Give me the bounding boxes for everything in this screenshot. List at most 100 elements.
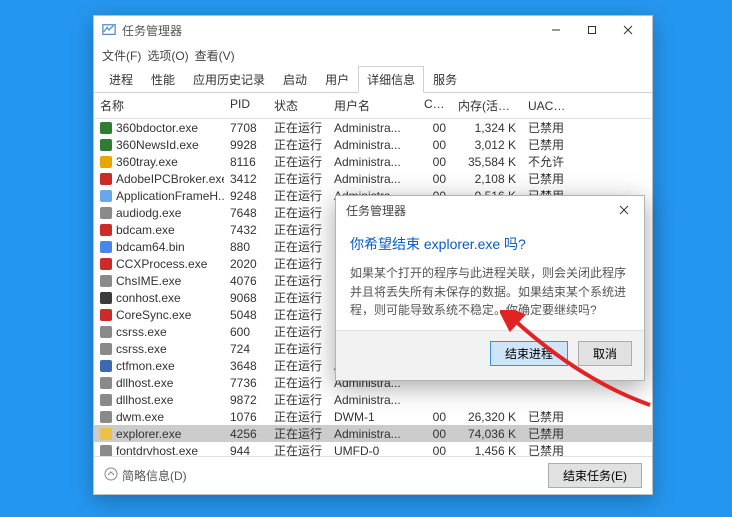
process-uac: 已禁用 xyxy=(522,136,572,153)
table-row[interactable]: AdobeIPCBroker.exe3412正在运行Administra...0… xyxy=(94,170,652,187)
process-uac: 已禁用 xyxy=(522,442,572,456)
tab-用户[interactable]: 用户 xyxy=(316,66,358,93)
tabs: 进程性能应用历史记录启动用户详细信息服务 xyxy=(94,66,652,93)
dialog-ok-button[interactable]: 结束进程 xyxy=(490,341,568,366)
dialog-cancel-button[interactable]: 取消 xyxy=(578,341,632,366)
table-row[interactable]: explorer.exe4256正在运行Administra...0074,03… xyxy=(94,425,652,442)
tab-性能[interactable]: 性能 xyxy=(142,66,184,93)
process-status: 正在运行 xyxy=(268,306,328,323)
tab-进程[interactable]: 进程 xyxy=(100,66,142,93)
close-button[interactable] xyxy=(610,18,646,42)
process-cpu: 00 xyxy=(418,138,452,152)
process-pid: 9872 xyxy=(224,393,268,407)
process-pid: 3648 xyxy=(224,359,268,373)
process-pid: 880 xyxy=(224,240,268,254)
minimize-button[interactable] xyxy=(538,18,574,42)
dialog-close-button[interactable] xyxy=(610,199,638,221)
process-status: 正在运行 xyxy=(268,255,328,272)
process-name: 360bdoctor.exe xyxy=(116,121,198,135)
confirm-dialog: 任务管理器 你希望结束 explorer.exe 吗? 如果某个打开的程序与此进… xyxy=(335,195,645,381)
process-pid: 5048 xyxy=(224,308,268,322)
file-icon xyxy=(100,275,112,287)
table-row[interactable]: 360NewsId.exe9928正在运行Administra...003,01… xyxy=(94,136,652,153)
file-icon xyxy=(100,207,112,219)
process-status: 正在运行 xyxy=(268,425,328,442)
process-name: bdcam.exe xyxy=(116,223,175,237)
tab-服务[interactable]: 服务 xyxy=(424,66,466,93)
process-uac: 不允许 xyxy=(522,153,572,170)
menubar: 文件(F) 选项(O) 查看(V) xyxy=(94,44,652,66)
process-pid: 7736 xyxy=(224,376,268,390)
process-cpu: 00 xyxy=(418,172,452,186)
process-pid: 2020 xyxy=(224,257,268,271)
table-row[interactable]: 360tray.exe8116正在运行Administra...0035,584… xyxy=(94,153,652,170)
process-name: AdobeIPCBroker.exe xyxy=(116,172,224,186)
dialog-titlebar[interactable]: 任务管理器 xyxy=(336,196,644,224)
process-pid: 1076 xyxy=(224,410,268,424)
process-pid: 4256 xyxy=(224,427,268,441)
process-status: 正在运行 xyxy=(268,442,328,456)
process-user: DWM-1 xyxy=(328,410,418,424)
maximize-button[interactable] xyxy=(574,18,610,42)
menu-view[interactable]: 查看(V) xyxy=(195,47,235,64)
table-row[interactable]: 360bdoctor.exe7708正在运行Administra...001,3… xyxy=(94,119,652,136)
table-row[interactable]: dwm.exe1076正在运行DWM-10026,320 K已禁用 xyxy=(94,408,652,425)
file-icon xyxy=(100,139,112,151)
titlebar[interactable]: 任务管理器 xyxy=(94,16,652,44)
table-row[interactable]: fontdrvhost.exe944正在运行UMFD-0001,456 K已禁用 xyxy=(94,442,652,456)
file-icon xyxy=(100,156,112,168)
process-mem: 3,012 K xyxy=(452,138,522,152)
process-user: Administra... xyxy=(328,172,418,186)
footer: 简略信息(D) 结束任务(E) xyxy=(94,456,652,494)
process-status: 正在运行 xyxy=(268,357,328,374)
menu-options[interactable]: 选项(O) xyxy=(147,47,188,64)
file-icon xyxy=(100,377,112,389)
tab-应用历史记录[interactable]: 应用历史记录 xyxy=(184,66,274,93)
col-uac[interactable]: UAC 虚拟化 xyxy=(522,97,572,114)
process-name: csrss.exe xyxy=(116,342,167,356)
file-icon xyxy=(100,122,112,134)
process-status: 正在运行 xyxy=(268,204,328,221)
process-user: Administra... xyxy=(328,138,418,152)
col-status[interactable]: 状态 xyxy=(268,97,328,114)
process-pid: 9068 xyxy=(224,291,268,305)
file-icon xyxy=(100,326,112,338)
brief-info-toggle[interactable]: 简略信息(D) xyxy=(104,467,187,484)
col-user[interactable]: 用户名 xyxy=(328,97,418,114)
process-name: dllhost.exe xyxy=(116,393,173,407)
process-pid: 9248 xyxy=(224,189,268,203)
column-headers[interactable]: 名称 PID 状态 用户名 CPU 内存(活动的... UAC 虚拟化 xyxy=(94,93,652,119)
process-pid: 600 xyxy=(224,325,268,339)
tab-详细信息[interactable]: 详细信息 xyxy=(358,66,424,93)
process-status: 正在运行 xyxy=(268,119,328,136)
process-name: dwm.exe xyxy=(116,410,164,424)
process-mem: 35,584 K xyxy=(452,155,522,169)
process-mem: 1,456 K xyxy=(452,444,522,457)
tab-启动[interactable]: 启动 xyxy=(274,66,316,93)
dialog-heading: 你希望结束 explorer.exe 吗? xyxy=(350,234,630,254)
file-icon xyxy=(100,241,112,253)
process-mem: 26,320 K xyxy=(452,410,522,424)
end-task-button[interactable]: 结束任务(E) xyxy=(548,463,642,488)
process-user: Administra... xyxy=(328,121,418,135)
brief-info-label: 简略信息(D) xyxy=(122,467,187,484)
col-cpu[interactable]: CPU xyxy=(418,97,452,114)
file-icon xyxy=(100,394,112,406)
process-pid: 8116 xyxy=(224,155,268,169)
file-icon xyxy=(100,258,112,270)
file-icon xyxy=(100,173,112,185)
col-mem[interactable]: 内存(活动的... xyxy=(452,97,522,114)
process-user: Administra... xyxy=(328,427,418,441)
process-pid: 3412 xyxy=(224,172,268,186)
process-mem: 74,036 K xyxy=(452,427,522,441)
col-pid[interactable]: PID xyxy=(224,97,268,114)
col-name[interactable]: 名称 xyxy=(94,97,224,114)
process-cpu: 00 xyxy=(418,444,452,457)
menu-file[interactable]: 文件(F) xyxy=(102,47,141,64)
process-user: Administra... xyxy=(328,155,418,169)
file-icon xyxy=(100,411,112,423)
chevron-up-icon xyxy=(104,467,118,484)
process-pid: 4076 xyxy=(224,274,268,288)
process-status: 正在运行 xyxy=(268,340,328,357)
table-row[interactable]: dllhost.exe9872正在运行Administra... xyxy=(94,391,652,408)
